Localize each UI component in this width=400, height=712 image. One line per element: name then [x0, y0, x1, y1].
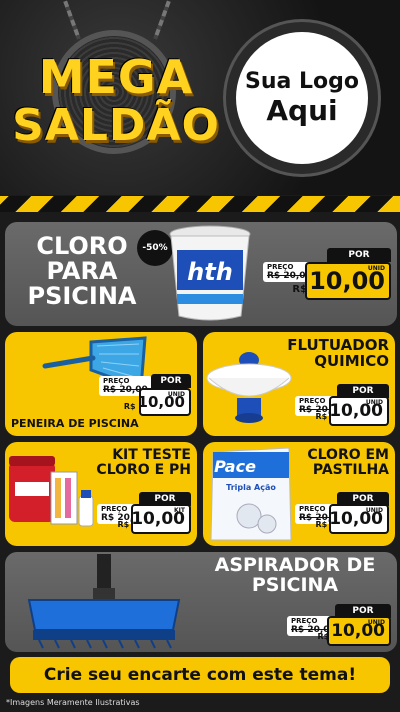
title-line: PARA: [46, 257, 118, 286]
price-box: PREÇO R$ 20,00 POR UNID R$ 10,00: [295, 384, 389, 428]
currency: R$: [317, 632, 330, 641]
title-line: PSICINA: [251, 573, 339, 596]
header-banner: MEGA SALDÃO Sua Logo Aqui: [0, 0, 400, 195]
product-card-pastilha[interactable]: Pace Tripla Ação CLORO EM PASTILHA PREÇO…: [203, 442, 395, 546]
saldao-title: SALDÃO: [12, 100, 220, 151]
price-box: PREÇO R$ 20,00 POR UNID R$ 10,00: [99, 374, 191, 418]
chemical-floater-icon: [206, 352, 292, 423]
logo-line1: Sua Logo: [244, 69, 359, 94]
unit-label: UNID: [367, 619, 385, 626]
por-label: POR: [151, 374, 191, 388]
unit-label: UNID: [167, 391, 185, 398]
unit-label: UNID: [365, 507, 383, 514]
new-price: UNID R$ 10,00: [124, 388, 191, 416]
product-title: KIT TESTE CLORO E PH: [96, 448, 191, 477]
chain-decoration: [153, 0, 171, 40]
por-label: POR: [327, 248, 391, 262]
cta-banner[interactable]: Crie seu encarte com este tema!: [10, 657, 390, 693]
mega-title: MEGA: [38, 50, 194, 104]
price-box: PREÇO R$ 20,00 POR KIT R$ 10,00: [97, 492, 191, 536]
new-price: UNID R$ 10,00: [292, 262, 391, 300]
chlorine-bucket-icon: hth: [169, 225, 251, 321]
product-card-aspirador[interactable]: ASPIRADOR DE PSICINA PREÇO R$ 20,00 POR …: [5, 552, 397, 652]
unit-label: KIT: [174, 507, 185, 514]
title-line: CLORO E PH: [96, 461, 191, 478]
title-line: PASTILHA: [312, 461, 389, 478]
logo-placeholder: Sua Logo Aqui: [226, 22, 378, 174]
product-title: PENEIRA DE PISCINA: [11, 417, 139, 430]
currency: R$: [117, 520, 130, 529]
currency: R$: [123, 402, 136, 411]
new-price: UNID R$ 10,00: [317, 616, 391, 646]
title-line: ASPIRADOR DE: [214, 554, 376, 576]
price-value: 10,00: [309, 267, 385, 295]
title-line: QUIMICO: [314, 351, 389, 370]
product-card-peneira[interactable]: PREÇO R$ 20,00 POR UNID R$ 10,00 PENEIRA…: [5, 332, 197, 436]
bag-subtitle-text: Tripla Ação: [226, 483, 276, 492]
product-card-flutuador[interactable]: FLUTUADOR QUIMICO PREÇO R$ 20,00 POR UNI…: [203, 332, 395, 436]
new-price: KIT R$ 10,00: [117, 504, 191, 534]
product-title: ASPIRADOR DE PSICINA: [205, 554, 385, 596]
title-line: PSICINA: [27, 282, 137, 311]
title-line: CLORO EM: [307, 447, 389, 463]
bucket-brand-text: hth: [187, 258, 233, 286]
pool-vacuum-head-icon: [27, 554, 181, 649]
new-price: UNID R$ 10,00: [315, 504, 389, 534]
disclaimer-text: *Imagens Meramente Ilustrativas: [6, 698, 140, 707]
product-card-cloro[interactable]: CLORO PARA PSICINA -50% hth PREÇO R$ 20,…: [5, 222, 397, 326]
price-box: PREÇO R$ 20,00 POR UNID R$ 10,00: [295, 492, 389, 536]
price-label: PREÇO: [103, 377, 130, 385]
test-kit-icon: [9, 456, 94, 527]
price-box: PREÇO R$ 20,00 POR UNID R$ 10,00: [263, 248, 391, 302]
currency: R$: [292, 284, 308, 295]
logo-line2: Aqui: [266, 94, 338, 127]
unit-label: UNID: [365, 399, 383, 406]
chlorine-tablet-bag-icon: Pace Tripla Ação: [210, 447, 292, 541]
price-box: PREÇO R$ 20,00 POR UNID R$ 10,00: [287, 604, 391, 648]
title-line: CLORO: [36, 232, 128, 260]
hazard-stripe-divider: [0, 196, 400, 212]
new-price: UNID R$ 10,00: [315, 396, 389, 426]
title-line: KIT TESTE: [112, 447, 191, 463]
currency: R$: [315, 520, 328, 529]
product-title: CLORO EM PASTILHA: [307, 448, 389, 477]
currency: R$: [315, 412, 328, 421]
bag-brand-text: Pace: [214, 457, 256, 476]
product-title: CLORO PARA PSICINA: [27, 232, 137, 311]
product-card-kit-teste[interactable]: KIT TESTE CLORO E PH PREÇO R$ 20,00 POR …: [5, 442, 197, 546]
unit-label: UNID: [367, 265, 385, 272]
product-title: FLUTUADOR QUIMICO: [287, 337, 389, 370]
chain-decoration: [63, 0, 81, 40]
